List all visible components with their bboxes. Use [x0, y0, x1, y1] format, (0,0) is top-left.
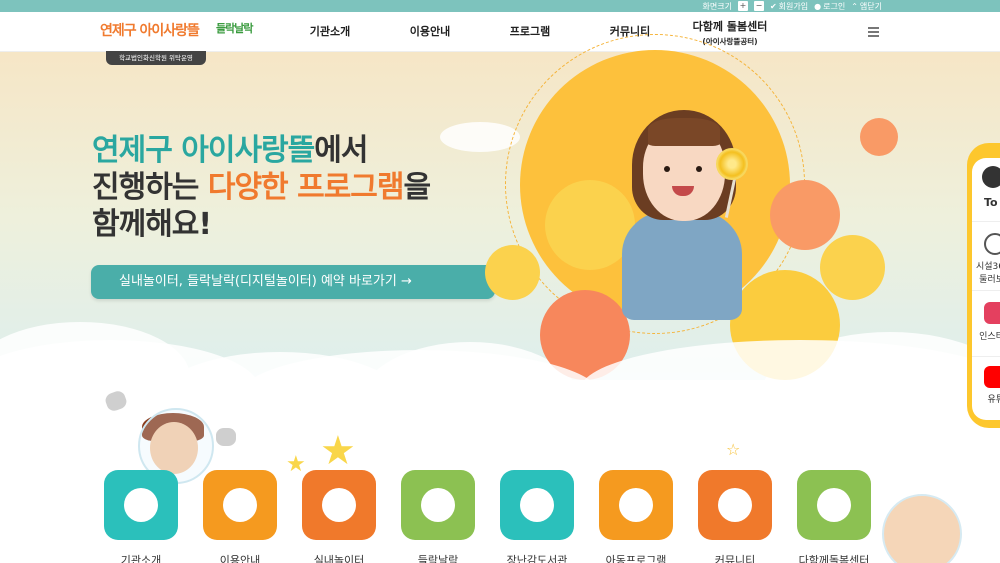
card-label: 들락날락 — [417, 554, 459, 563]
child-eye — [664, 166, 670, 172]
quick-card-digital[interactable] — [401, 470, 475, 540]
child-bangs — [648, 118, 720, 146]
utility-bar: 화면크기 + − ✔ 회원가입 ● 로그인 ⌃ 앱닫기 — [0, 0, 1000, 12]
hero-line3: 함께해요! — [92, 207, 212, 242]
hero-line2-post: 을 — [403, 170, 432, 205]
utility-links: 화면크기 + − ✔ 회원가입 ● 로그인 ⌃ 앱닫기 — [703, 0, 882, 12]
logo-sub-text: 들락날락 — [216, 22, 253, 35]
quick-card-about[interactable] — [104, 470, 178, 540]
map-pin-icon — [520, 488, 554, 522]
youtube-icon[interactable] — [984, 366, 1000, 388]
guide-icon — [223, 488, 257, 522]
vr-360-icon[interactable] — [984, 233, 1000, 255]
quick-item-youtube[interactable]: 유튜 — [972, 392, 1000, 405]
quick-item-360[interactable]: 시설36 둘러보 — [972, 259, 1000, 285]
font-increase-button[interactable]: + — [737, 1, 748, 11]
quick-card-community[interactable] — [698, 470, 772, 540]
font-decrease-button[interactable]: − — [753, 1, 764, 11]
care-center-label: 다함께 돌봄센터 — [692, 20, 768, 33]
divider — [972, 290, 1000, 291]
chevron-up-icon[interactable] — [982, 166, 1000, 188]
chevron-up-icon: ⌃ — [851, 1, 858, 11]
check-icon: ✔ — [769, 1, 777, 11]
card-label: 커뮤니티 — [714, 554, 756, 563]
card-label: 이용안내 — [219, 554, 261, 563]
join-link[interactable]: ✔ 회원가입 — [770, 1, 808, 12]
close-app-label: 앱닫기 — [859, 1, 882, 11]
quick-card-care-center[interactable] — [797, 470, 871, 540]
site-header: 연제구 아이사랑뜰 들락날락 기관소개 이용안내 프로그램 커뮤니티 다함께 돌… — [0, 12, 1000, 52]
login-label: 로그인 — [823, 1, 846, 11]
quick-card-toy-library[interactable] — [500, 470, 574, 540]
login-link[interactable]: ● 로그인 — [814, 1, 845, 12]
building-icon — [124, 488, 158, 522]
quick-card-kids-program[interactable] — [599, 470, 673, 540]
pie-chart-icon — [421, 488, 455, 522]
divider — [972, 221, 1000, 222]
cloud-decoration — [440, 122, 520, 152]
card-label: 실내놀이터 — [313, 554, 365, 563]
to-top-label[interactable]: To — [984, 196, 998, 209]
menu-icon[interactable] — [868, 27, 879, 37]
reservation-button[interactable]: 실내놀이터, 들락날락(디지털놀이터) 예약 바로가기 → — [91, 265, 495, 299]
quick-item-instagram[interactable]: 인스타 — [972, 329, 1000, 342]
hero-title: 연제구 아이사랑뜰에서 진행하는 다양한 프로그램을 함께해요! — [92, 132, 432, 243]
joystick-icon — [619, 488, 653, 522]
hero-line2-pre: 진행하는 — [92, 170, 208, 205]
flower-decoration — [820, 235, 885, 300]
star-icon: ☆ — [726, 440, 741, 459]
card-label: 기관소개 — [120, 554, 162, 563]
user-icon: ● — [814, 1, 822, 11]
astronaut-glove — [216, 428, 236, 446]
cloud-decoration — [580, 340, 1000, 440]
chat-icon — [817, 488, 851, 522]
quick-card-guide[interactable] — [203, 470, 277, 540]
child-eye — [696, 166, 702, 172]
flower-decoration — [770, 180, 840, 250]
card-label: 장난감도서관 — [506, 554, 568, 563]
card-label: 다함께돌봄센터 — [798, 554, 870, 563]
hero-highlight-1: 연제구 아이사랑뜰 — [92, 133, 315, 168]
divider — [972, 356, 1000, 357]
hero-line1-rest: 에서 — [314, 133, 368, 168]
nav-item-about[interactable]: 기관소개 — [280, 12, 380, 52]
nav-item-guide[interactable]: 이용안내 — [380, 12, 480, 52]
site-logo[interactable]: 연제구 아이사랑뜰 들락날락 — [98, 14, 278, 54]
hero-highlight-2: 다양한 프로그램 — [207, 170, 405, 205]
flower-decoration — [485, 245, 540, 300]
rocket-icon — [322, 488, 356, 522]
nav-item-program[interactable]: 프로그램 — [480, 12, 580, 52]
close-app-link[interactable]: ⌃ 앱닫기 — [851, 1, 882, 12]
lollipop-icon — [716, 148, 748, 180]
logo-tag: 학교법인화신학원 위탁운영 — [106, 51, 206, 65]
logo-main-text: 연제구 아이사랑뜰 — [100, 23, 200, 39]
quick-card-playground[interactable] — [302, 470, 376, 540]
join-label: 회원가입 — [778, 1, 809, 11]
cloud-decoration — [240, 350, 600, 440]
instagram-icon[interactable] — [984, 302, 1000, 324]
font-size-label: 화면크기 — [702, 1, 732, 11]
card-label: 아동프로그램 — [605, 554, 667, 563]
star-icon: ★ — [320, 428, 356, 474]
flower-decoration — [860, 118, 898, 156]
star-icon: ★ — [286, 452, 306, 477]
smile-icon — [718, 488, 752, 522]
child-body — [622, 210, 742, 320]
